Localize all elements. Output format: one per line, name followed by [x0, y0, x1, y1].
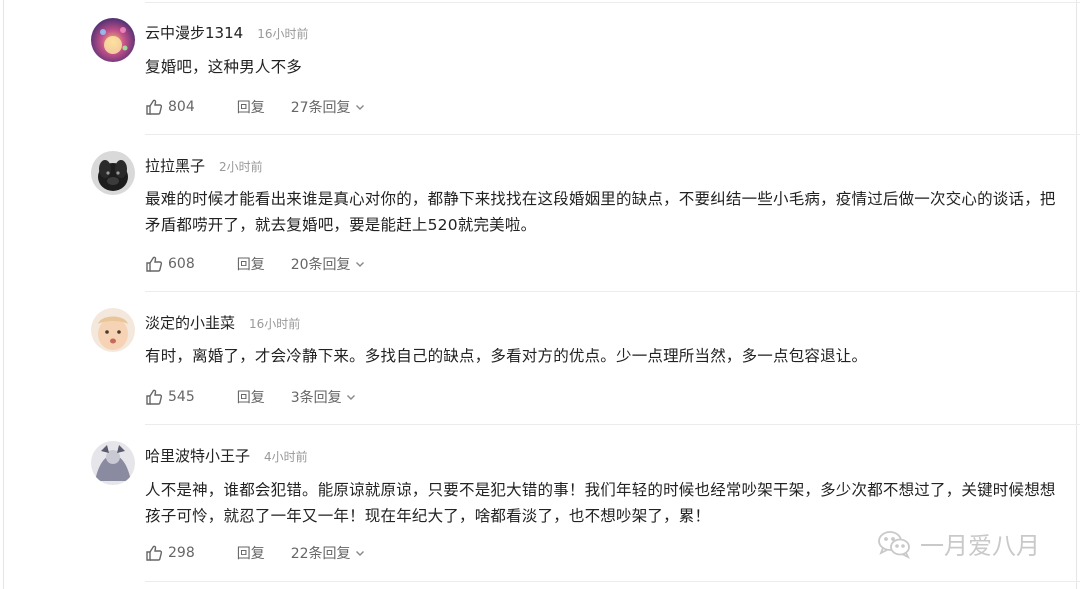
replies-count: 3条回复 [290, 390, 342, 406]
timestamp: 16小时前 [249, 317, 301, 331]
timestamp: 4小时前 [264, 450, 308, 464]
reply-button[interactable]: 回复 [237, 387, 265, 407]
comment-actions: 608 回复 20条回复 [145, 254, 365, 274]
like-count: 804 [168, 99, 195, 115]
thumbs-up-icon [146, 389, 163, 405]
like-count: 545 [168, 389, 195, 405]
username-text[interactable]: 拉拉黑子 [145, 157, 205, 175]
watermark-text: 一月爱八月 [920, 532, 1040, 560]
comment-text: 复婚吧，这种男人不多 [145, 58, 303, 76]
replies-count: 20条回复 [290, 257, 351, 273]
avatar[interactable] [91, 18, 135, 62]
view-replies-button[interactable]: 3条回复 [291, 387, 356, 407]
replies-count: 22条回复 [290, 546, 351, 562]
divider [145, 581, 1080, 582]
like-button[interactable]: 298 [145, 544, 195, 562]
replies-count: 27条回复 [290, 100, 351, 116]
like-button[interactable]: 545 [145, 388, 195, 406]
view-replies-button[interactable]: 22条回复 [291, 543, 365, 563]
username[interactable]: 云中漫步1314 16小时前 [145, 22, 308, 43]
divider [145, 291, 1080, 292]
timestamp: 16小时前 [257, 27, 309, 41]
avatar[interactable] [91, 441, 135, 485]
chevron-down-icon [346, 395, 355, 400]
divider [145, 134, 1080, 135]
divider [145, 2, 1080, 3]
watermark: 一月爱八月 [876, 526, 1040, 561]
view-replies-button[interactable]: 20条回复 [291, 254, 365, 274]
chevron-down-icon [355, 105, 364, 110]
username[interactable]: 淡定的小韭菜 16小时前 [145, 312, 300, 333]
reply-button[interactable]: 回复 [237, 254, 265, 274]
like-count: 608 [168, 256, 195, 272]
reply-button[interactable]: 回复 [237, 543, 265, 563]
comment-text: 有时，离婚了，才会冷静下来。多找自己的缺点，多看对方的优点。少一点理所当然，多一… [145, 347, 868, 365]
comment-actions: 298 回复 22条回复 [145, 543, 365, 563]
wechat-icon [878, 530, 911, 559]
username-text[interactable]: 云中漫步1314 [145, 24, 243, 42]
username-text[interactable]: 哈里波特小王子 [145, 447, 250, 465]
avatar[interactable] [91, 151, 135, 195]
like-button[interactable]: 608 [145, 255, 195, 273]
like-count: 298 [168, 545, 195, 561]
avatar[interactable] [91, 308, 135, 352]
reply-button[interactable]: 回复 [237, 97, 265, 117]
chevron-down-icon [355, 262, 364, 267]
thumbs-up-icon [146, 99, 163, 115]
comment-text: 最难的时候才能看出来谁是真心对你的，都静下来找找在这段婚姻里的缺点，不要纠结一些… [145, 190, 1056, 234]
divider [145, 424, 1080, 425]
username[interactable]: 哈里波特小王子 4小时前 [145, 445, 308, 466]
comment-actions: 804 回复 27条回复 [145, 97, 365, 117]
view-replies-button[interactable]: 27条回复 [291, 97, 365, 117]
timestamp: 2小时前 [219, 160, 263, 174]
thumbs-up-icon [146, 256, 163, 272]
chevron-down-icon [355, 551, 364, 556]
like-button[interactable]: 804 [145, 98, 195, 116]
comment-actions: 545 回复 3条回复 [145, 387, 356, 407]
thumbs-up-icon [146, 545, 163, 561]
comment-text: 人不是神，谁都会犯错。能原谅就原谅，只要不是犯大错的事！我们年轻的时候也经常吵架… [145, 481, 1056, 525]
username-text[interactable]: 淡定的小韭菜 [145, 314, 235, 332]
username[interactable]: 拉拉黑子 2小时前 [145, 155, 263, 176]
